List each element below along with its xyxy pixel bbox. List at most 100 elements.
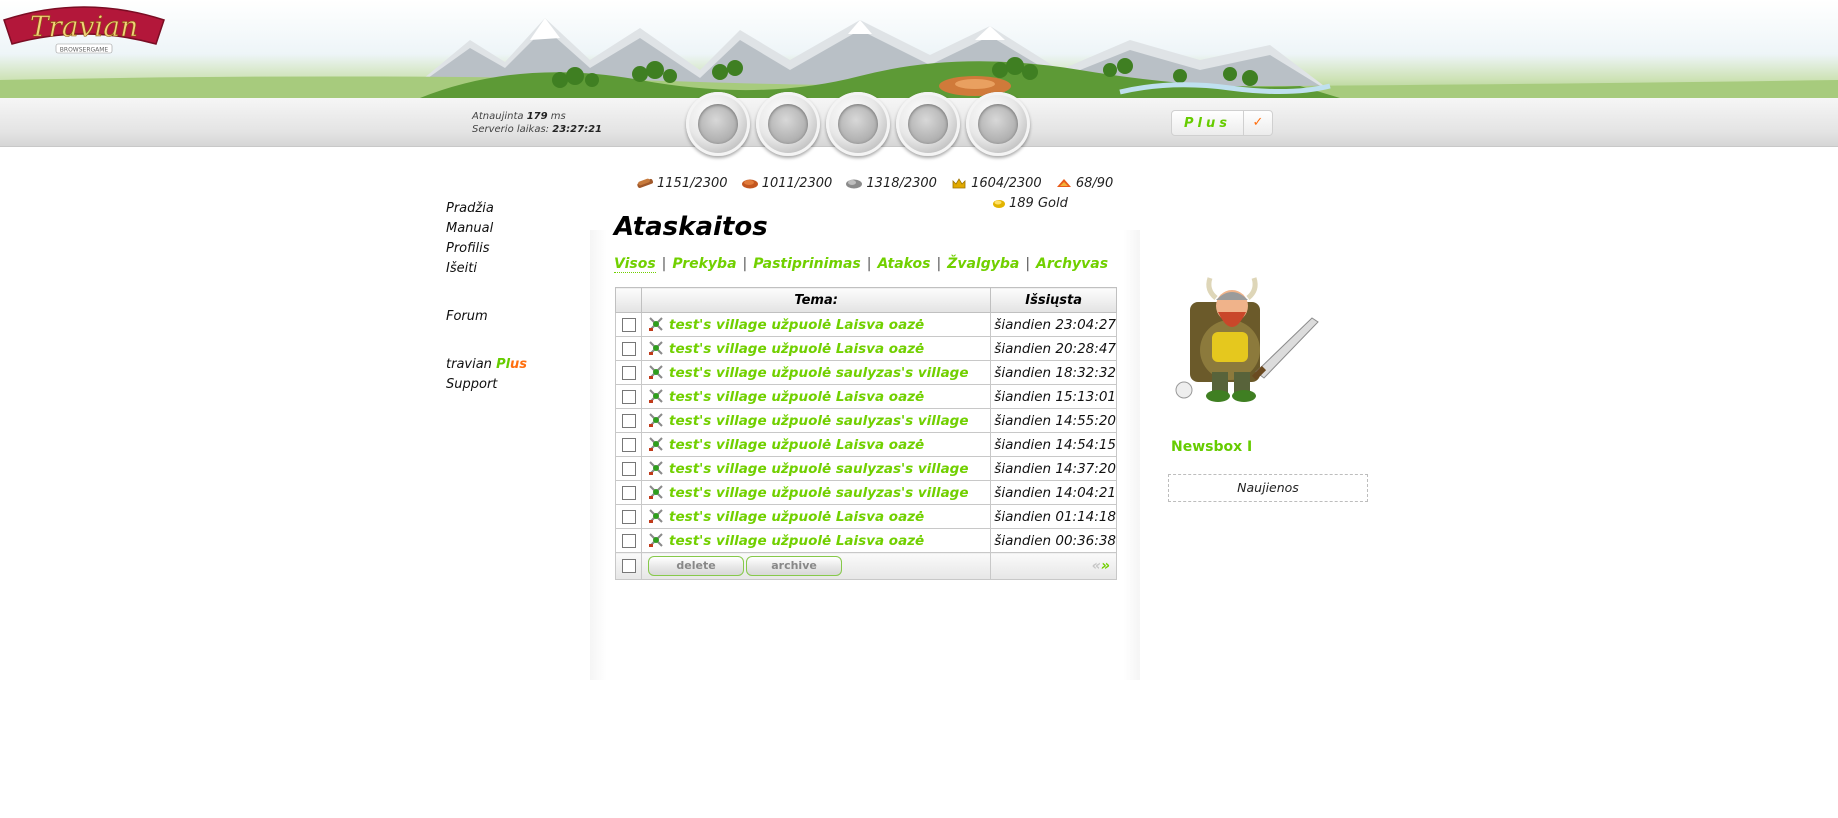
filter-trade[interactable]: Prekyba [672,256,736,272]
menu-logout[interactable]: Išeiti [446,261,527,281]
report-date: šiandien 14:54:15 [990,432,1117,457]
newsbox: Naujienos [1168,474,1368,502]
report-subject-link[interactable]: test's village užpuolė Laisva oazė [669,509,924,525]
village-overview-icon[interactable] [686,92,750,156]
attack-swords-icon [649,413,663,427]
report-date: šiandien 14:55:20 [990,408,1117,433]
statistics-icon[interactable] [896,92,960,156]
next-page-icon[interactable]: » [1101,558,1110,574]
landscape-illustration [0,18,1838,98]
table-row: test's village užpuolė saulyzas's villag… [614,480,1117,505]
header-sent: Išsiųsta [990,287,1117,313]
table-row: test's village užpuolė saulyzas's villag… [614,456,1117,481]
menu-home[interactable]: Pradžia [446,201,527,221]
attack-swords-icon [649,317,663,331]
resource-clay: 1011/2300 [741,176,832,191]
report-subject-link[interactable]: test's village užpuolė saulyzas's villag… [669,413,968,429]
reports-icon[interactable] [966,92,1030,156]
map-icon[interactable] [826,92,890,156]
crop-consumption-icon [1056,179,1071,187]
page-title: Ataskaitos [614,212,768,242]
newsbox-title: Newsbox I [1171,439,1253,455]
crop-icon [952,178,966,189]
attack-swords-icon [649,533,663,547]
attack-swords-icon [649,389,663,403]
table-row: test's village užpuolė saulyzas's villag… [614,360,1117,385]
updated-line: Atnaujinta 179 ms [472,111,566,122]
table-header-row: Tema: Išsiųsta [614,287,1117,313]
report-date: šiandien 00:36:38 [990,528,1117,553]
filter-archive[interactable]: Archyvas [1036,256,1108,272]
report-subject-link[interactable]: test's village užpuolė Laisva oazė [669,437,924,453]
row-checkbox[interactable] [621,341,636,356]
report-subject-link[interactable]: test's village užpuolė Laisva oazė [669,341,924,357]
resource-lumber: 1151/2300 [636,176,728,191]
select-all-checkbox[interactable] [621,559,636,573]
resource-crop: 1604/2300 [950,176,1042,191]
pagination: «» [1092,558,1110,574]
table-row: test's village užpuolė Laisva oazė šiandi… [614,312,1117,337]
reports-table: Tema: Išsiųsta test's village užpuolė La… [614,287,1117,580]
table-row: test's village užpuolė Laisva oazė šiandi… [614,528,1117,553]
report-date: šiandien 20:28:47 [990,336,1117,361]
travian-logo: Travian BROWSERGAME [3,6,165,54]
row-checkbox[interactable] [621,485,636,500]
menu-forum[interactable]: Forum [446,309,527,329]
header-select [614,287,643,313]
iron-icon [846,179,863,189]
row-checkbox[interactable] [621,437,636,452]
filter-all[interactable]: Visos [614,256,656,273]
gold-icon [993,200,1005,208]
filter-scouting[interactable]: Žvalgyba [947,256,1019,272]
attack-swords-icon [649,365,663,379]
table-row: test's village užpuolė saulyzas's villag… [614,408,1117,433]
resource-bar: 1151/2300 1011/2300 1318/2300 1604/2300 … [636,176,1122,191]
delete-button[interactable]: delete [648,556,745,576]
table-row: test's village užpuolė Laisva oazė šiandi… [614,432,1117,457]
row-checkbox[interactable] [621,317,636,332]
row-checkbox[interactable] [621,389,636,404]
row-checkbox[interactable] [621,461,636,476]
village-center-icon[interactable] [756,92,820,156]
row-checkbox[interactable] [621,533,636,548]
table-row: test's village užpuolė Laisva oazė šiandi… [614,336,1117,361]
menu-manual[interactable]: Manual [446,221,527,241]
clay-icon [741,179,758,189]
header-banner: Travian BROWSERGAME [0,0,1838,98]
header-subject: Tema: [641,287,992,313]
server-info: Atnaujinta 179 ms Serverio laikas: 23:27… [472,110,602,136]
left-menu: Pradžia Manual Profilis Išeiti Forum tra… [446,201,527,397]
attack-swords-icon [649,485,663,499]
report-rows: test's village užpuolė Laisva oazė šiandi… [614,312,1117,553]
prev-page-icon: « [1091,558,1101,574]
row-checkbox[interactable] [621,509,636,524]
gold-balance[interactable]: 189 Gold [992,196,1068,211]
report-subject-link[interactable]: test's village užpuolė saulyzas's villag… [669,485,968,501]
report-subject-link[interactable]: test's village užpuolė saulyzas's villag… [669,365,968,381]
plus-check-icon: ✓ [1243,111,1272,135]
menu-travian-plus[interactable]: travian Plus [446,357,527,377]
server-time-line: Serverio laikas: 23:27:21 [472,124,602,135]
archive-button[interactable]: archive [746,556,843,576]
report-date: šiandien 14:04:21 [990,480,1117,505]
plus-button[interactable]: Plus ✓ [1171,110,1273,136]
report-date: šiandien 15:13:01 [990,384,1117,409]
table-footer-row: delete archive «» [614,552,1117,580]
menu-profile[interactable]: Profilis [446,241,527,261]
report-date: šiandien 18:32:32 [990,360,1117,385]
report-subject-link[interactable]: test's village užpuolė Laisva oazė [669,389,924,405]
attack-swords-icon [649,437,663,451]
attack-swords-icon [649,509,663,523]
report-date: šiandien 14:37:20 [990,456,1117,481]
filter-attacks[interactable]: Atakos [877,256,930,272]
svg-text:Travian: Travian [30,10,138,43]
filter-reinforcement[interactable]: Pastiprinimas [753,256,861,272]
row-checkbox[interactable] [621,413,636,428]
menu-support[interactable]: Support [446,377,527,397]
report-subject-link[interactable]: test's village užpuolė Laisva oazė [669,317,924,333]
lumber-icon [637,178,653,188]
report-subject-link[interactable]: test's village užpuolė saulyzas's villag… [669,461,968,477]
row-checkbox[interactable] [621,365,636,380]
resource-crop-consumption: 68/90 [1055,176,1113,191]
report-subject-link[interactable]: test's village užpuolė Laisva oazė [669,533,924,549]
